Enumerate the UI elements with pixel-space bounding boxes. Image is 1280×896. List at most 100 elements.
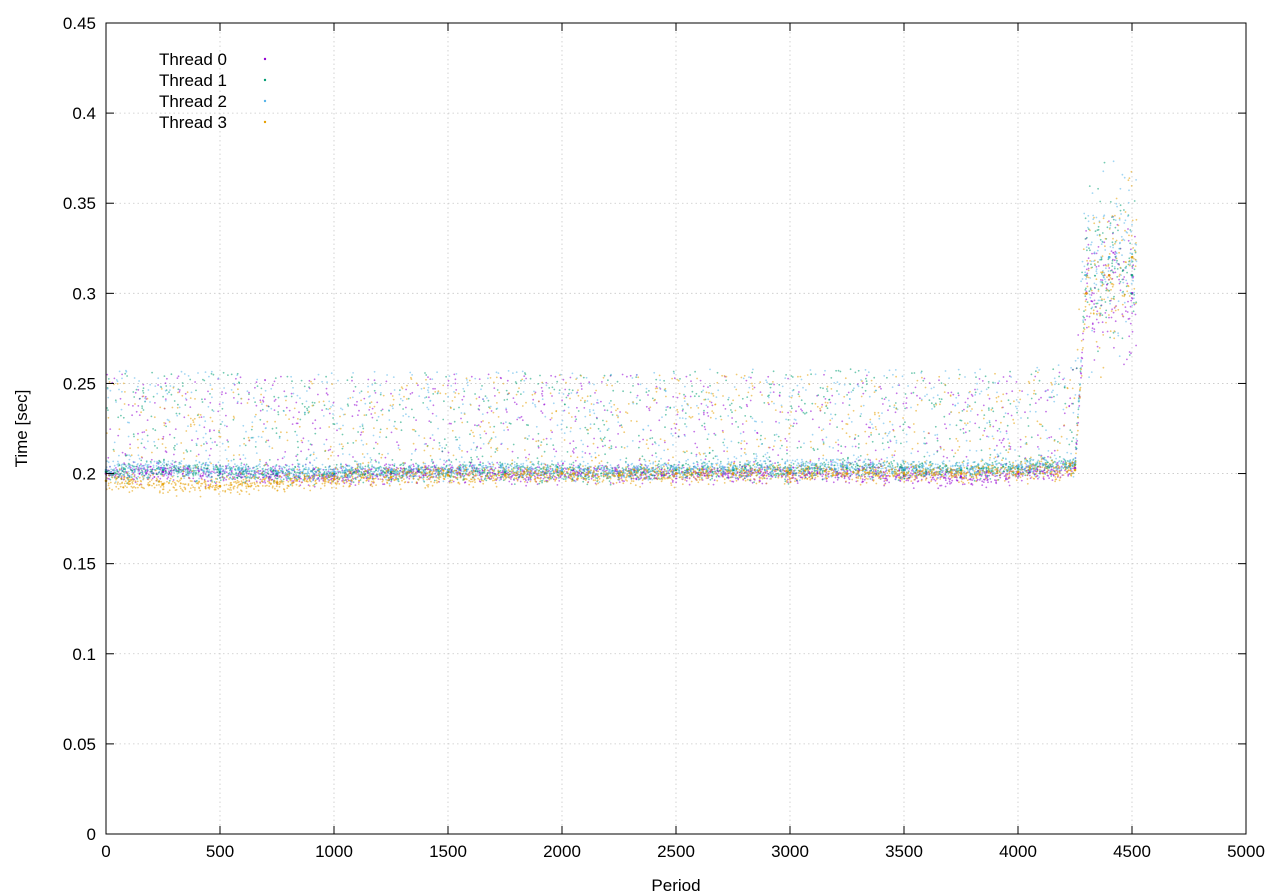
data-point: [936, 439, 939, 442]
data-point: [113, 377, 116, 380]
data-point: [785, 440, 788, 442]
data-point: [567, 394, 569, 397]
data-point: [213, 471, 215, 473]
data-point: [947, 392, 950, 394]
data-point: [540, 410, 543, 412]
data-point: [907, 479, 910, 482]
data-point: [1008, 461, 1011, 463]
data-point: [553, 448, 555, 451]
data-point: [987, 386, 990, 389]
data-point: [359, 463, 362, 465]
data-point: [192, 477, 195, 480]
data-point: [374, 392, 377, 394]
data-point: [802, 411, 805, 414]
data-point: [470, 456, 472, 459]
data-point: [273, 409, 276, 411]
data-point: [268, 459, 271, 461]
data-point: [351, 379, 353, 382]
data-point: [1003, 445, 1005, 448]
data-point: [140, 442, 143, 445]
data-point: [986, 435, 988, 438]
data-point: [995, 481, 997, 484]
data-point: [979, 438, 982, 441]
data-point: [1090, 294, 1093, 296]
data-point: [947, 477, 950, 480]
data-point: [693, 395, 696, 398]
data-point: [431, 458, 433, 461]
data-point: [271, 384, 274, 387]
data-point: [905, 402, 908, 404]
data-point: [1129, 242, 1131, 245]
data-point: [442, 418, 445, 421]
data-point: [209, 401, 212, 404]
data-point: [862, 382, 864, 384]
data-point: [332, 417, 334, 419]
data-point: [1048, 477, 1050, 479]
data-point: [723, 450, 725, 452]
data-point: [960, 419, 963, 422]
data-point: [1038, 398, 1040, 401]
data-point: [669, 407, 672, 409]
data-point: [961, 410, 964, 412]
data-point: [291, 380, 293, 383]
data-point: [994, 475, 997, 478]
data-point: [975, 376, 977, 378]
data-point: [1005, 392, 1008, 395]
data-point: [543, 450, 546, 453]
data-point: [1035, 467, 1037, 469]
data-point: [360, 431, 363, 434]
data-point: [301, 441, 304, 444]
data-point: [354, 460, 356, 463]
data-point: [468, 461, 471, 463]
data-point: [1046, 465, 1049, 468]
data-point: [1009, 370, 1011, 373]
data-point: [196, 437, 199, 440]
data-point: [685, 375, 688, 378]
data-point: [834, 413, 837, 416]
data-point: [511, 468, 513, 471]
data-point: [873, 376, 876, 379]
data-point: [648, 409, 651, 412]
data-point: [541, 481, 543, 484]
data-point: [753, 453, 755, 455]
data-point: [1110, 250, 1113, 253]
data-point: [858, 443, 860, 445]
data-point: [189, 378, 192, 381]
data-point: [1007, 481, 1010, 483]
data-point: [842, 458, 844, 460]
data-point: [352, 481, 355, 484]
data-point: [642, 471, 645, 474]
data-point: [277, 405, 280, 407]
data-point: [424, 372, 426, 374]
data-point: [847, 476, 850, 479]
data-point: [793, 422, 795, 425]
data-point: [957, 392, 960, 395]
data-point: [427, 465, 430, 467]
data-point: [152, 428, 155, 430]
data-point: [1112, 311, 1115, 314]
data-point: [377, 478, 380, 480]
data-point: [218, 403, 221, 405]
data-point: [638, 434, 640, 437]
data-point: [861, 478, 864, 481]
data-point: [294, 430, 297, 433]
data-point: [985, 486, 988, 489]
data-point: [163, 375, 166, 377]
data-point: [177, 388, 180, 391]
data-point: [555, 450, 558, 453]
data-point: [536, 457, 539, 459]
data-point: [141, 431, 144, 434]
data-point: [417, 471, 420, 473]
data-point: [606, 409, 609, 412]
data-point: [150, 458, 153, 461]
data-point: [694, 370, 696, 373]
data-point: [987, 481, 989, 484]
data-point: [691, 385, 693, 387]
data-point: [1034, 375, 1037, 378]
data-point: [1123, 363, 1125, 366]
data-point: [304, 413, 306, 416]
data-point: [138, 414, 141, 416]
data-point: [790, 464, 792, 467]
data-point: [619, 411, 621, 413]
data-point: [582, 376, 585, 379]
